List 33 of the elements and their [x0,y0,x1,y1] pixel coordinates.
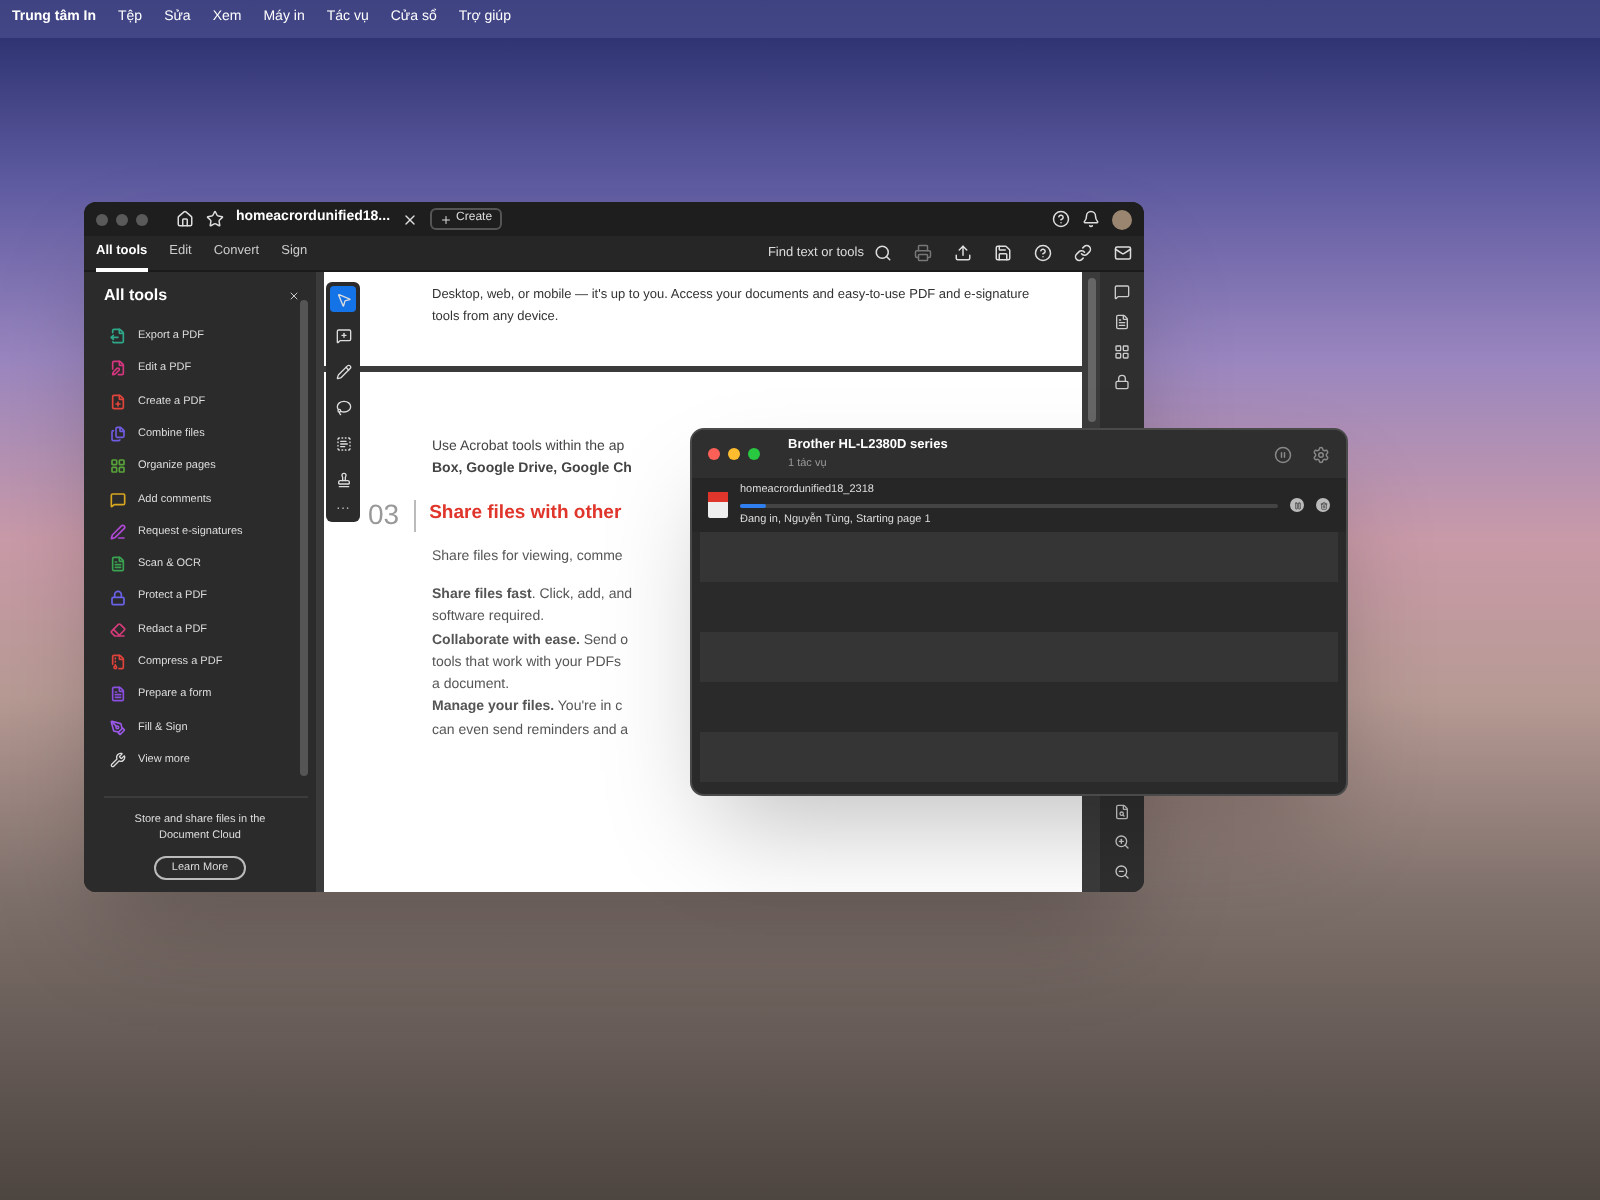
star-icon[interactable] [206,210,224,228]
close-icon[interactable] [402,211,419,227]
bell-icon[interactable] [1082,210,1100,228]
pdf-file-icon [708,492,728,518]
pause-button[interactable] [1290,498,1304,512]
scrollbar[interactable] [1088,278,1096,422]
upload-icon[interactable] [954,244,972,262]
settings-icon[interactable] [1312,445,1330,463]
home-icon[interactable] [176,210,194,228]
lock-icon[interactable] [1114,374,1130,390]
pointer-icon[interactable] [330,286,356,312]
link-icon[interactable] [1074,244,1092,262]
zoom-out-icon[interactable] [1114,864,1130,880]
plus-icon [440,213,453,225]
pause-icon[interactable] [1274,445,1292,463]
avatar[interactable] [1112,209,1132,229]
section-number: 03 [368,496,400,534]
zoom-in-icon[interactable] [1114,834,1130,850]
section-heading: Share files with other [429,500,622,529]
comment-icon[interactable] [1114,284,1130,300]
grid-icon[interactable] [1114,344,1130,360]
page-icon[interactable] [1114,314,1130,330]
page-search-icon[interactable] [1114,804,1130,820]
printer-icon[interactable] [914,244,932,262]
help-icon[interactable] [1052,210,1070,228]
close-icon[interactable] [288,290,300,302]
save-icon[interactable] [994,244,1012,262]
mail-icon[interactable] [1114,244,1132,262]
scrollbar[interactable] [300,300,308,776]
wrench-icon [110,752,126,768]
sidebar-title: All tools [104,284,168,308]
delete-button[interactable] [1316,498,1330,512]
search-icon[interactable] [874,244,892,262]
